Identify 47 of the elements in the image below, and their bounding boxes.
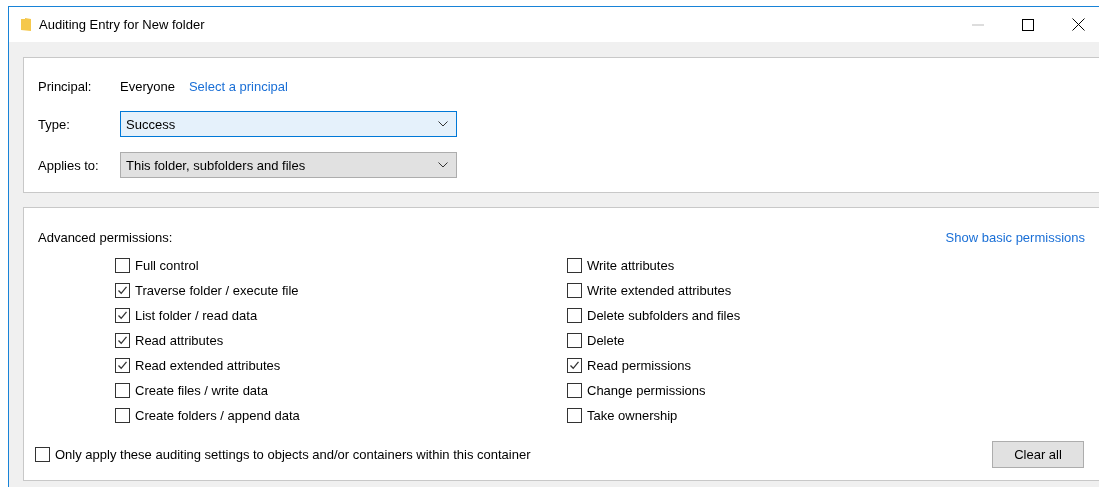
checkbox-label: Create folders / append data xyxy=(135,408,300,423)
checkbox-label: Read attributes xyxy=(135,333,224,348)
checkbox-label: Delete xyxy=(587,333,625,348)
chevron-icon xyxy=(438,162,448,168)
checkbox[interactable] xyxy=(115,333,130,348)
permissions-label: Advanced permissions: xyxy=(38,229,173,245)
checkbox[interactable] xyxy=(567,358,582,373)
checkbox[interactable] xyxy=(115,408,130,423)
chevron-icon xyxy=(438,121,448,127)
select-principal-link[interactable]: Select a principal xyxy=(188,78,288,94)
checkbox-label: Change permissions xyxy=(587,383,706,398)
principal-value: Everyone xyxy=(120,78,175,94)
checkbox-label: Full control xyxy=(135,258,199,273)
checkbox-label: Create files / write data xyxy=(135,383,268,398)
checkbox[interactable] xyxy=(35,446,50,462)
checkbox[interactable] xyxy=(567,333,582,348)
checkbox[interactable] xyxy=(567,408,582,423)
minimize-icon xyxy=(972,23,984,26)
checkbox[interactable] xyxy=(567,308,582,323)
checkbox[interactable] xyxy=(115,258,130,273)
checkbox-label: Delete subfolders and files xyxy=(587,308,741,323)
maximize-icon xyxy=(1022,18,1034,31)
checkbox-label: Traverse folder / execute file xyxy=(135,283,299,298)
dropdown[interactable]: Success xyxy=(120,111,457,137)
checkbox-label: Write attributes xyxy=(587,258,675,273)
checkbox[interactable] xyxy=(567,283,582,298)
dropdown[interactable]: This folder, subfolders and files xyxy=(120,152,457,178)
folder-icon xyxy=(21,18,31,31)
window-title: Auditing Entry for New folder xyxy=(39,17,206,32)
checkbox-label: Only apply these auditing settings to objects and/or containers within this container xyxy=(55,446,531,462)
checkbox[interactable] xyxy=(115,383,130,398)
checkbox[interactable] xyxy=(115,283,130,298)
checkbox-label: Read permissions xyxy=(587,358,692,373)
checkbox[interactable] xyxy=(115,358,130,373)
checkbox-label: List folder / read data xyxy=(135,308,258,323)
checkbox-label: Read extended attributes xyxy=(135,358,281,373)
show-basic-permissions-link[interactable]: Show basic permissions xyxy=(945,229,1085,245)
field-label: Applies to: xyxy=(38,157,100,173)
checkbox-label: Write extended attributes xyxy=(587,283,732,298)
field-label: Type: xyxy=(38,116,71,132)
close-icon xyxy=(1071,18,1085,31)
checkbox[interactable] xyxy=(567,258,582,273)
checkbox[interactable] xyxy=(115,308,130,323)
principal-label: Principal: xyxy=(38,78,93,94)
checkbox[interactable] xyxy=(567,383,582,398)
clear-all-button[interactable]: Clear all xyxy=(992,440,1084,468)
checkbox-label: Take ownership xyxy=(587,408,678,423)
